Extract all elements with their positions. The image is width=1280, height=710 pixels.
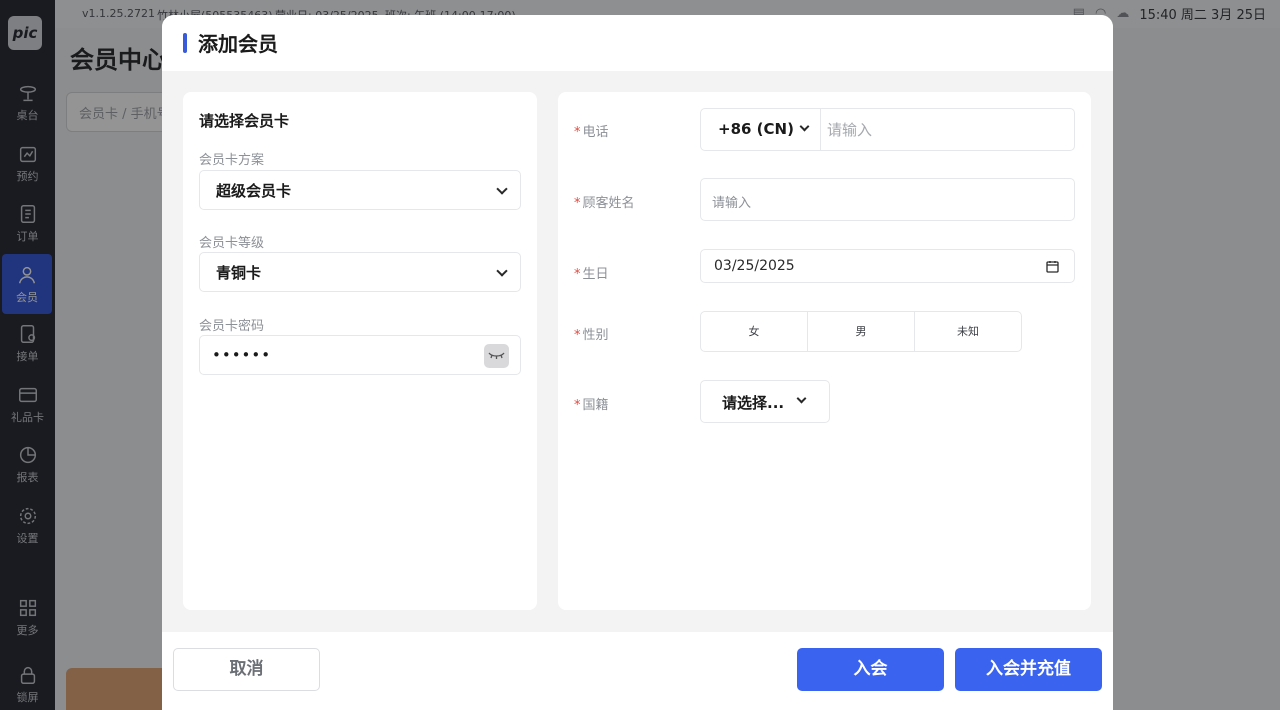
customer-name-input[interactable]: 请输入: [700, 178, 1075, 221]
country-code-select[interactable]: +86 (CN): [701, 109, 821, 150]
card-selection-panel: 请选择会员卡 会员卡方案 超级会员卡 会员卡等级 青铜卡 会员卡密码 •••••…: [183, 92, 537, 610]
phone-field: +86 (CN) 请输入: [700, 108, 1075, 151]
customer-info-panel: * 电话 +86 (CN) 请输入 * 顾客姓名 请输入 * 生日 03/25/202…: [558, 92, 1091, 610]
birthday-value: 03/25/2025: [714, 258, 795, 274]
dialog-title: 添加会员: [198, 32, 278, 56]
card-plan-select[interactable]: 超级会员卡: [199, 170, 521, 210]
required-mark: *: [574, 328, 581, 343]
password-value: ••••••: [212, 346, 272, 364]
chevron-down-icon: [496, 183, 508, 195]
calendar-icon: [1046, 261, 1059, 273]
card-plan-value: 超级会员卡: [216, 182, 292, 200]
nationality-label: * 国籍: [574, 398, 609, 413]
card-level-select[interactable]: 青铜卡: [199, 252, 521, 292]
gender-label: * 性别: [574, 328, 609, 343]
card-level-value: 青铜卡: [216, 264, 262, 282]
required-mark: *: [574, 398, 581, 413]
cancel-button[interactable]: 取消: [173, 648, 320, 691]
gender-option-unknown[interactable]: 未知: [915, 312, 1021, 351]
chevron-down-icon: [799, 121, 810, 132]
nationality-value: 请选择...: [722, 394, 785, 412]
name-placeholder: 请输入: [712, 196, 752, 211]
phone-label: * 电话: [574, 125, 609, 140]
card-plan-label: 会员卡方案: [199, 153, 265, 168]
gender-option-female[interactable]: 女: [701, 312, 808, 351]
birthday-date-input[interactable]: 03/25/2025: [700, 249, 1075, 283]
eye-closed-icon: [488, 352, 505, 359]
join-button[interactable]: 入会: [797, 648, 944, 691]
card-password-label: 会员卡密码: [199, 319, 265, 334]
card-section-title: 请选择会员卡: [199, 112, 290, 130]
country-code-value: +86 (CN): [718, 120, 794, 138]
card-level-label: 会员卡等级: [199, 236, 265, 251]
dialog-header: 添加会员: [162, 15, 1113, 71]
required-mark: *: [574, 125, 581, 140]
toggle-password-button[interactable]: [484, 344, 509, 368]
add-member-dialog: 添加会员 请选择会员卡 会员卡方案 超级会员卡 会员卡等级 青铜卡 会员卡密码 …: [162, 15, 1113, 710]
gender-segmented-control: 女 男 未知: [700, 311, 1022, 352]
chevron-down-icon: [796, 393, 807, 404]
required-mark: *: [574, 267, 581, 282]
join-and-recharge-button[interactable]: 入会并充值: [955, 648, 1102, 691]
required-mark: *: [574, 196, 581, 211]
birthday-label: * 生日: [574, 267, 609, 282]
gender-option-male[interactable]: 男: [808, 312, 915, 351]
card-password-field[interactable]: ••••••: [199, 335, 521, 375]
chevron-down-icon: [496, 265, 508, 277]
nationality-select[interactable]: 请选择...: [700, 380, 830, 423]
name-label: * 顾客姓名: [574, 196, 635, 211]
phone-input[interactable]: 请输入: [827, 119, 872, 140]
title-accent-bar: [183, 33, 187, 53]
dialog-footer: 取消 入会 入会并充值: [162, 632, 1113, 710]
